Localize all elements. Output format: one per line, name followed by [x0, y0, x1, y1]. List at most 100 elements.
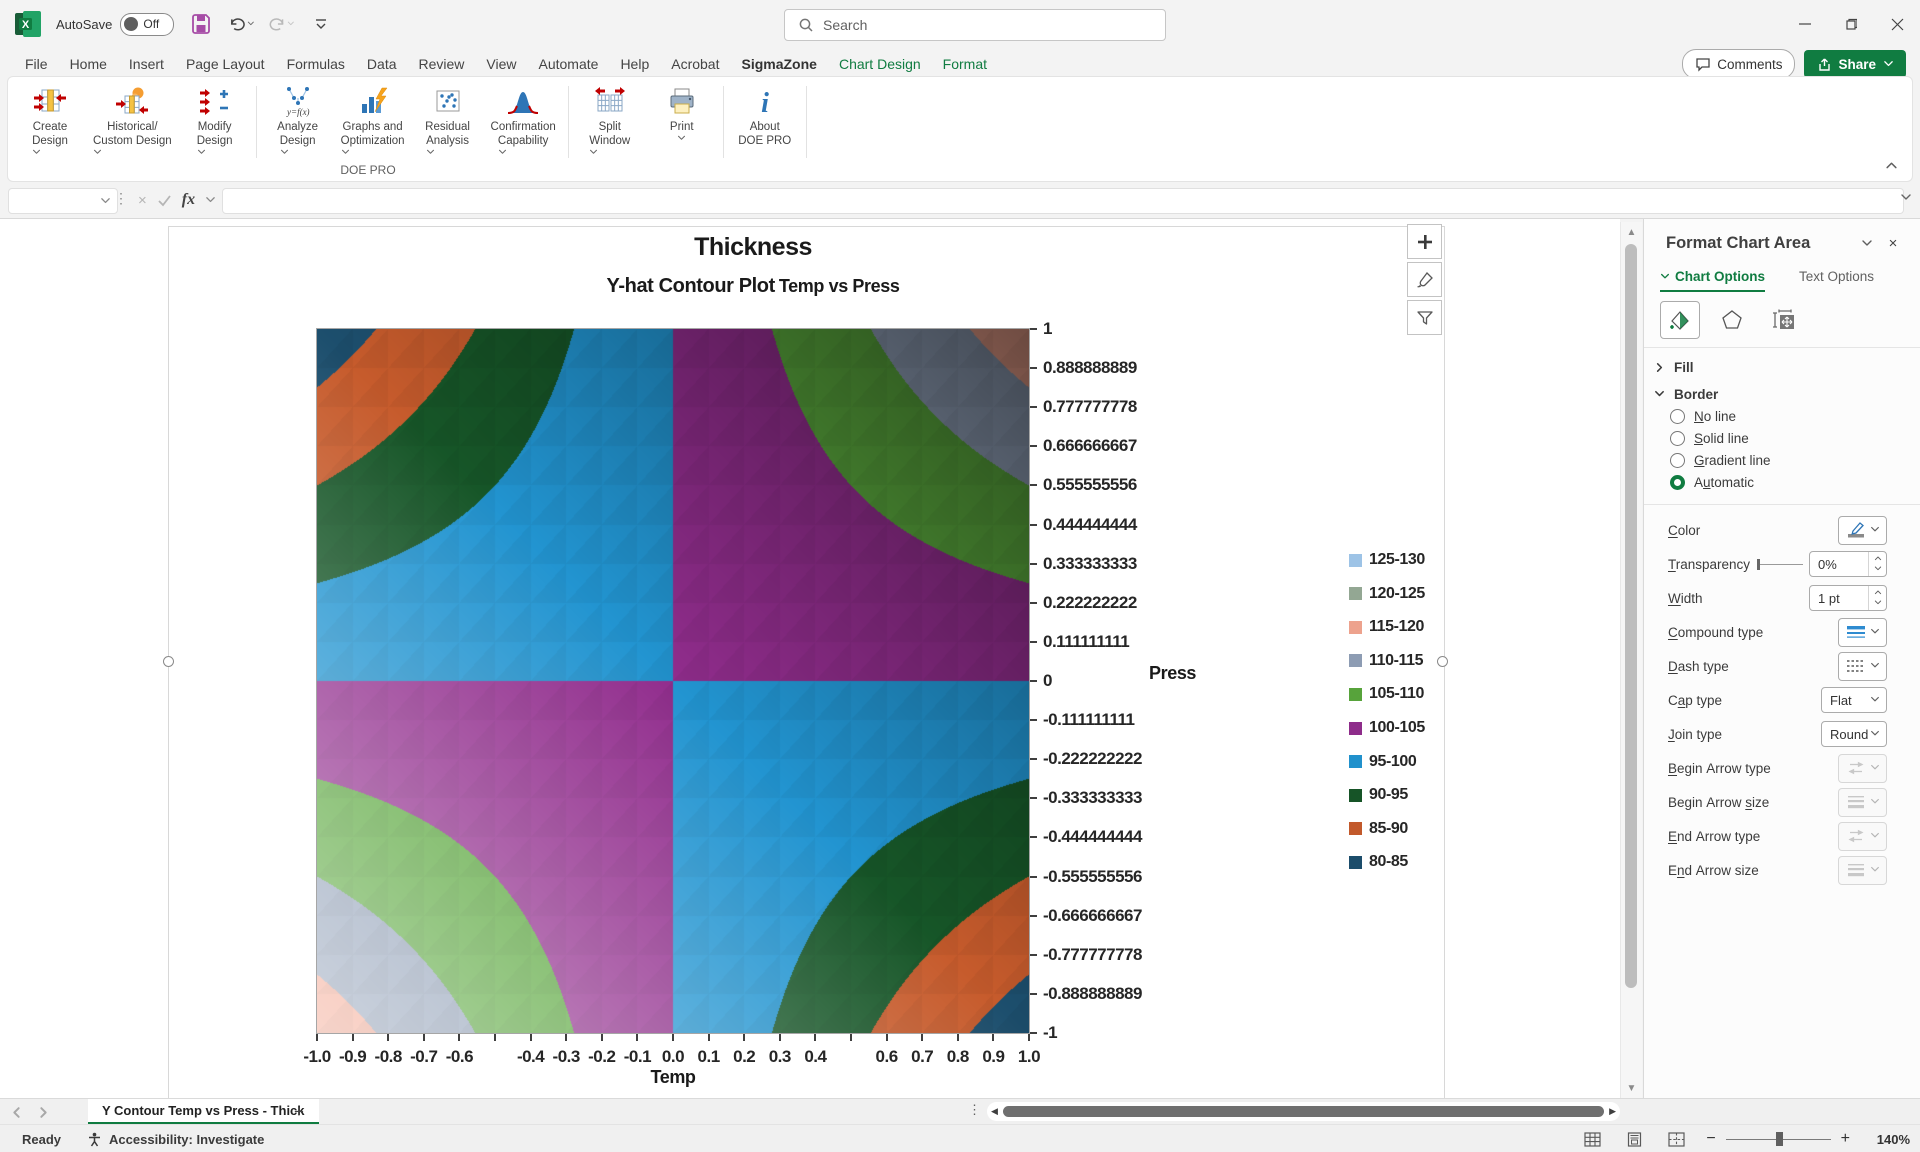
analyze-design-button[interactable]: y=f(x)AnalyzeDesign	[262, 82, 334, 162]
minimize-button[interactable]	[1782, 0, 1828, 48]
border-option-automatic[interactable]: Automatic	[1644, 468, 1920, 490]
confirmation-capability-button[interactable]: ConfirmationCapability	[484, 82, 563, 162]
fill-line-icon[interactable]	[1660, 301, 1700, 339]
chart-title[interactable]: Thickness	[694, 233, 812, 262]
close-button[interactable]	[1874, 0, 1920, 48]
legend-item[interactable]: 120-125	[1349, 584, 1425, 604]
collapse-ribbon-button[interactable]	[1885, 160, 1898, 173]
search-input[interactable]: Search	[784, 9, 1166, 41]
scroll-up-arrow-icon[interactable]: ▲	[1621, 222, 1642, 242]
zoom-out-button[interactable]: −	[1706, 1130, 1715, 1148]
cancel-entry-button[interactable]: ×	[138, 192, 147, 209]
previous-sheet-button[interactable]	[10, 1106, 23, 1119]
border-option-gradient-line[interactable]: Gradient line	[1644, 446, 1920, 468]
formula-bar-drag-handle[interactable]: ⋮	[114, 190, 128, 207]
page-break-view-button[interactable]	[1664, 1127, 1688, 1151]
legend-item[interactable]: 125-130	[1349, 550, 1425, 570]
vertical-scrollbar[interactable]: ▲ ▼	[1620, 222, 1642, 1098]
customize-quick-access-button[interactable]	[308, 11, 334, 37]
chart-elements-button[interactable]	[1407, 224, 1442, 259]
spin-input[interactable]: 1 pt	[1809, 585, 1887, 611]
legend-item[interactable]: 100-105	[1349, 718, 1425, 738]
maximize-button[interactable]	[1828, 0, 1874, 48]
x-axis-title[interactable]: Temp	[650, 1067, 695, 1088]
legend-item[interactable]: 85-90	[1349, 819, 1408, 839]
legend-item[interactable]: 110-115	[1349, 651, 1423, 671]
border-option-solid-line[interactable]: Solid line	[1644, 424, 1920, 446]
print-button[interactable]: Print	[646, 82, 718, 162]
create-design-button[interactable]: CreateDesign	[14, 82, 86, 162]
pane-tab-text-options[interactable]: Text Options	[1799, 269, 1874, 292]
chart-resize-handle-left[interactable]	[163, 656, 174, 667]
zoom-in-button[interactable]: +	[1841, 1130, 1850, 1148]
residual-analysis-button[interactable]: ResidualAnalysis	[412, 82, 484, 162]
effects-icon[interactable]	[1712, 301, 1752, 339]
normal-view-button[interactable]	[1580, 1127, 1604, 1151]
vertical-scrollbar-thumb[interactable]	[1625, 244, 1637, 988]
spinner-arrows-icon[interactable]	[1868, 586, 1886, 610]
accessibility-status[interactable]: Accessibility: Investigate	[109, 1132, 264, 1147]
split-window-button[interactable]: SplitWindow	[574, 82, 646, 162]
next-sheet-button[interactable]	[37, 1106, 50, 1119]
scroll-right-arrow-icon[interactable]: ▶	[1609, 1106, 1616, 1117]
pane-row-label: Begin Arrow size	[1668, 795, 1769, 810]
graphs-and-optimization-button[interactable]: Graphs andOptimization	[334, 82, 412, 162]
transparency-slider[interactable]	[1757, 559, 1803, 570]
legend-item[interactable]: 105-110	[1349, 684, 1424, 704]
name-box[interactable]	[8, 188, 118, 214]
width-input[interactable]: 1 pt	[1809, 585, 1887, 611]
new-sheet-button[interactable]: +	[288, 1101, 310, 1123]
horizontal-scrollbar[interactable]: ◀ ▶	[987, 1102, 1620, 1121]
zoom-level[interactable]: 140%	[1868, 1132, 1910, 1147]
modify-design-button[interactable]: ModifyDesign	[179, 82, 251, 162]
tab-bar-splitter[interactable]: ⋮	[968, 1102, 981, 1118]
chart-area[interactable]: Thickness Y-hat Contour Plot Temp vs Pre…	[168, 226, 1445, 1099]
legend-item[interactable]: 80-85	[1349, 852, 1408, 872]
spinner-arrows-icon[interactable]	[1868, 552, 1886, 576]
scroll-left-arrow-icon[interactable]: ◀	[991, 1106, 998, 1117]
legend-item[interactable]: 90-95	[1349, 785, 1408, 805]
legend-item[interactable]: 115-120	[1349, 617, 1424, 637]
redo-button[interactable]	[268, 11, 294, 37]
formula-input[interactable]	[222, 188, 1904, 214]
about-doe-pro-button[interactable]: iAboutDOE PRO	[729, 82, 801, 162]
zoom-slider[interactable]	[1726, 1132, 1831, 1146]
share-button[interactable]: Share	[1804, 50, 1906, 78]
comments-button[interactable]: Comments	[1682, 49, 1795, 79]
fill-section-header[interactable]: Fill	[1644, 348, 1920, 375]
undo-button[interactable]	[228, 11, 254, 37]
y-axis-tick	[1030, 1032, 1037, 1034]
insert-function-button[interactable]: fx	[182, 191, 195, 209]
chart-resize-handle-right[interactable]	[1437, 656, 1448, 667]
scroll-down-arrow-icon[interactable]: ▼	[1621, 1078, 1642, 1098]
confirm-entry-button[interactable]	[157, 194, 172, 207]
expand-formula-bar-button[interactable]	[1900, 192, 1912, 204]
outline-color-button[interactable]	[1838, 516, 1887, 545]
pane-options-chevron-icon[interactable]	[1854, 238, 1880, 250]
cap-type-select[interactable]: Flat	[1821, 687, 1887, 713]
contour-plot[interactable]	[317, 329, 1029, 1033]
transparency-control[interactable]: 0%	[1757, 551, 1887, 577]
dash-type-button[interactable]	[1838, 652, 1887, 681]
border-section-header[interactable]: Border	[1644, 375, 1920, 402]
slider-thumb[interactable]	[1757, 559, 1760, 570]
pane-tab-chart-options[interactable]: Chart Options	[1660, 269, 1765, 292]
historical-custom-design-button[interactable]: Historical/Custom Design	[86, 82, 179, 162]
join-type-select[interactable]: Round	[1821, 721, 1887, 747]
zoom-slider-thumb[interactable]	[1776, 1132, 1783, 1146]
spin-input[interactable]: 0%	[1809, 551, 1887, 577]
sheet-tab-active[interactable]: Y Contour Temp vs Press - Thick	[88, 1099, 319, 1125]
y-axis-title[interactable]: Press	[1149, 663, 1196, 684]
autosave-toggle[interactable]: Off	[120, 13, 174, 36]
chart-styles-button[interactable]	[1407, 262, 1442, 297]
pane-close-icon[interactable]: ×	[1880, 235, 1906, 252]
page-layout-view-button[interactable]	[1622, 1127, 1646, 1151]
size-properties-icon[interactable]	[1764, 301, 1804, 339]
chart-filters-button[interactable]	[1407, 300, 1442, 335]
border-option-no-line[interactable]: No line	[1644, 402, 1920, 424]
horizontal-scrollbar-thumb[interactable]	[1003, 1106, 1604, 1117]
save-button[interactable]	[188, 11, 214, 37]
legend-item[interactable]: 95-100	[1349, 752, 1416, 772]
chart-subtitle[interactable]: Y-hat Contour Plot Temp vs Press	[607, 275, 900, 298]
compound-type-button[interactable]	[1838, 618, 1887, 647]
